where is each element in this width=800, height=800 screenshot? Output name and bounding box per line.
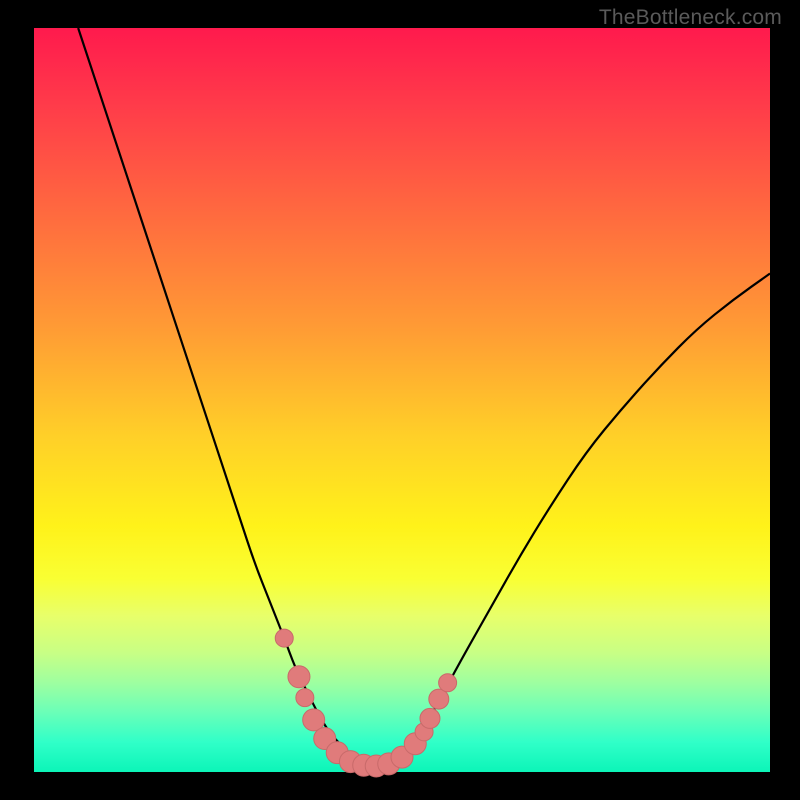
marker-point: [275, 629, 293, 647]
marker-point: [439, 674, 457, 692]
marker-point: [429, 689, 449, 709]
chart-frame: TheBottleneck.com: [0, 0, 800, 800]
bottleneck-curve: [78, 28, 770, 766]
watermark-text: TheBottleneck.com: [599, 6, 782, 30]
curve-group: [78, 28, 770, 766]
chart-svg: [0, 0, 800, 800]
markers-group: [275, 629, 456, 777]
marker-point: [288, 666, 310, 688]
marker-point: [296, 689, 314, 707]
marker-point: [420, 708, 440, 728]
